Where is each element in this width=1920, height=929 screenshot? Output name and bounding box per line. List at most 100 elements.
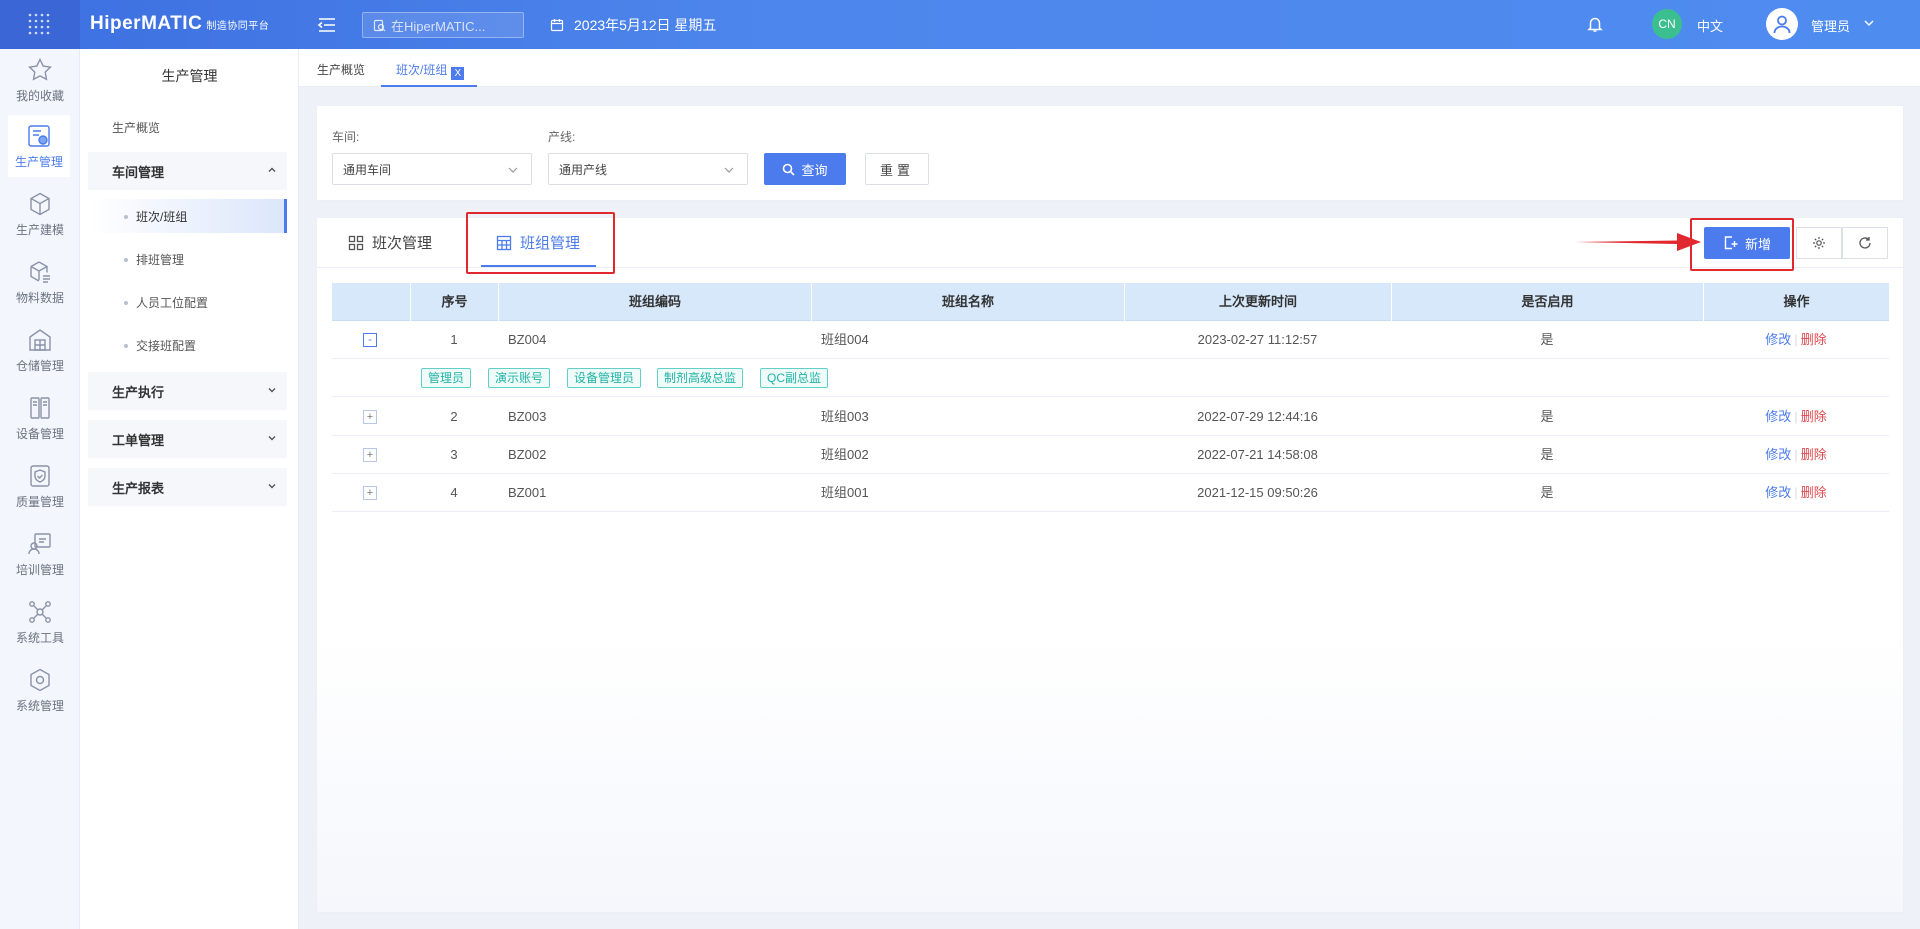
brand-name: HiperMATIC (90, 13, 203, 34)
chevron-down-icon[interactable] (1863, 17, 1875, 32)
page-tab-shift-team[interactable]: 班次/班组 X (396, 61, 465, 80)
rail-item-favorites[interactable]: 我的收藏 (0, 49, 80, 111)
refresh-button[interactable] (1842, 227, 1888, 259)
cell-enabled: 是 (1540, 409, 1554, 424)
language-badge[interactable]: CN (1652, 9, 1682, 39)
rail-item-modeling[interactable]: 生产建模 (0, 183, 80, 245)
app-grid-icon[interactable] (0, 0, 80, 49)
language-switch[interactable]: 中文 (1697, 16, 1723, 35)
member-tag: 制剂高级总监 (657, 368, 744, 388)
rail-item-device[interactable]: 设备管理 (0, 387, 80, 449)
sidebar-group-workorder[interactable]: 工单管理 (88, 420, 287, 458)
cell-no: 2 (450, 409, 458, 424)
chevron-down-icon (268, 388, 276, 393)
workshop-value: 通用车间 (343, 162, 392, 177)
top-bar: HiperMATIC 制造协同平台 在HiperMATIC... 2023年5月1… (0, 0, 1920, 49)
star-icon (28, 57, 52, 81)
bell-icon[interactable] (1586, 15, 1604, 36)
rail-item-warehouse[interactable]: 仓储管理 (0, 319, 80, 381)
sidebar-item-handover-config[interactable]: 交接班配置 (88, 328, 287, 362)
delete-link[interactable]: 删除 (1801, 447, 1827, 462)
member-tag: 管理员 (421, 368, 472, 388)
menu-toggle-icon[interactable] (316, 14, 338, 36)
sidebar-group-execution[interactable]: 生产执行 (88, 372, 287, 410)
add-label: 新增 (1744, 236, 1771, 252)
delete-link[interactable]: 删除 (1801, 485, 1827, 500)
edit-link[interactable]: 修改 (1765, 485, 1791, 500)
col-header-actions: 操作 (1703, 283, 1889, 321)
delete-link[interactable]: 删除 (1801, 409, 1827, 424)
cell-enabled: 是 (1540, 447, 1554, 462)
cell-actions: 修改 | 删除 (1765, 409, 1827, 424)
sidebar-group-workshop[interactable]: 车间管理 (88, 152, 287, 190)
delete-link[interactable]: 删除 (1801, 332, 1827, 347)
cell-actions: 修改 | 删除 (1765, 447, 1827, 462)
cell-name: 班组003 (821, 409, 869, 424)
add-button[interactable]: 新增 (1704, 227, 1790, 259)
reset-button[interactable]: 重置 (865, 153, 929, 185)
edit-link[interactable]: 修改 (1765, 409, 1791, 424)
rail-label: 质量管理 (15, 494, 64, 509)
cell-updated: 2021-12-15 09:50:26 (1197, 485, 1318, 500)
table-row: + 3 BZ002 班组002 2022-07-21 14:58:08 是 修改… (332, 436, 1889, 474)
tab-shift-management[interactable]: 班次管理 (348, 232, 432, 253)
edit-link[interactable]: 修改 (1765, 447, 1791, 462)
expand-row-icon[interactable]: + (363, 486, 377, 500)
cell-enabled: 是 (1540, 485, 1554, 500)
highlight-box-tab (466, 212, 615, 274)
table-row: - 1 BZ004 班组004 2023-02-27 11:12:57 是 修改… (332, 321, 1889, 359)
filter-panel: 车间: 通用车间 产线: 通用产线 查询 重置 (316, 105, 1904, 201)
rail-label: 系统管理 (15, 698, 64, 713)
rail-item-system[interactable]: 系统管理 (0, 659, 80, 721)
line-select[interactable]: 通用产线 (548, 153, 748, 185)
collapse-row-icon[interactable]: - (363, 333, 377, 347)
search-icon (783, 163, 796, 176)
active-tab-underline (381, 85, 477, 87)
search-input[interactable]: 在HiperMATIC... (362, 12, 524, 38)
cell-name: 班组004 (821, 332, 869, 347)
training-icon (28, 532, 51, 554)
cell-actions: 修改 | 删除 (1765, 332, 1827, 347)
page-tab-overview[interactable]: 生产概览 (317, 61, 365, 78)
sidebar-item-scheduling[interactable]: 排班管理 (88, 242, 287, 276)
rail-item-material[interactable]: 物料数据 (0, 251, 80, 313)
cell-updated: 2022-07-21 14:58:08 (1197, 447, 1318, 462)
brand-subtitle: 制造协同平台 (206, 21, 270, 32)
chevron-up-icon (268, 167, 276, 172)
query-button[interactable]: 查询 (764, 153, 846, 185)
expand-row-icon[interactable]: + (363, 448, 377, 462)
cell-code: BZ004 (508, 332, 547, 347)
rail-label: 我的收藏 (15, 88, 64, 103)
tab-label: 班次管理 (372, 235, 433, 252)
page-tab-label: 班次/班组 (396, 63, 448, 77)
sidebar-item-shift-team[interactable]: 班次/班组 (88, 199, 287, 233)
rail-item-training[interactable]: 培训管理 (0, 523, 80, 585)
rail-item-production[interactable]: 生产管理 (8, 115, 70, 177)
settings-button[interactable] (1796, 227, 1842, 259)
grid-icon (348, 235, 364, 250)
user-avatar[interactable] (1766, 8, 1798, 40)
rail-item-quality[interactable]: 质量管理 (0, 455, 80, 517)
sidebar-item-overview[interactable]: 生产概览 (112, 119, 160, 136)
member-tag: QC副总监 (760, 368, 829, 388)
cell-code: BZ002 (508, 447, 547, 462)
network-icon (29, 600, 51, 623)
rail-label: 设备管理 (15, 426, 64, 441)
close-icon[interactable]: X (451, 67, 465, 80)
rail-label: 仓储管理 (15, 358, 64, 373)
sidebar-item-station-config[interactable]: 人员工位配置 (88, 285, 287, 319)
add-icon (1724, 236, 1738, 250)
edit-link[interactable]: 修改 (1765, 332, 1791, 347)
sub-sidebar: 生产管理 生产概览 车间管理 班次/班组 排班管理 人员工位配置 交接班配置 生… (80, 49, 299, 929)
warehouse-icon (29, 328, 51, 351)
group-label: 车间管理 (112, 164, 165, 180)
workshop-select[interactable]: 通用车间 (332, 153, 532, 185)
production-icon (28, 124, 50, 147)
member-tag: 设备管理员 (567, 368, 642, 388)
user-name[interactable]: 管理员 (1811, 16, 1850, 35)
calendar-icon (550, 19, 564, 32)
rail-item-tools[interactable]: 系统工具 (0, 591, 80, 653)
expand-row-icon[interactable]: + (363, 410, 377, 424)
rail-label: 生产管理 (14, 154, 63, 169)
sidebar-group-reports[interactable]: 生产报表 (88, 468, 287, 506)
